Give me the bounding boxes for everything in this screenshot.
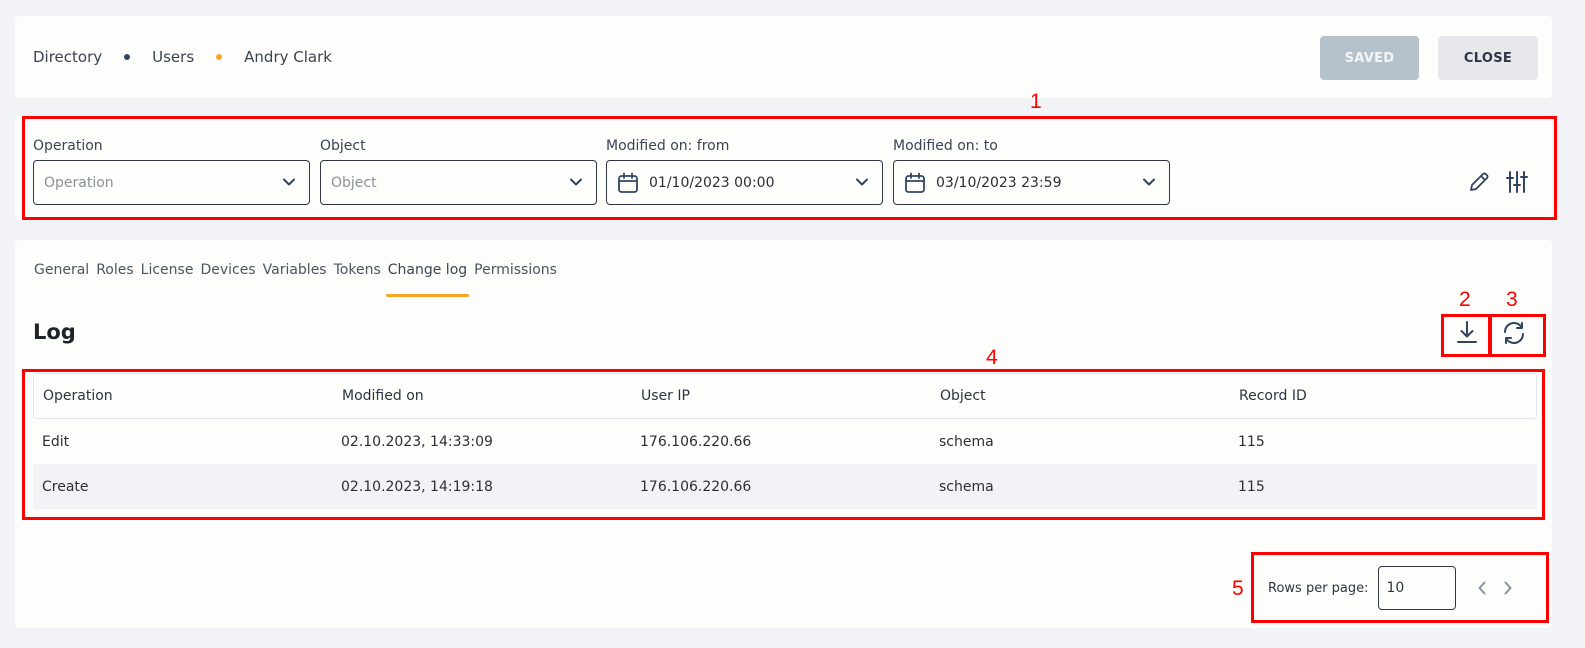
breadcrumb-separator-dot	[124, 54, 131, 60]
annotation-number-1: 1	[1030, 90, 1042, 113]
tab-change-log[interactable]: Change log	[385, 262, 470, 297]
annotation-number-3: 3	[1506, 288, 1518, 311]
annotation-box-3	[1489, 314, 1546, 357]
tab-general[interactable]: General	[34, 262, 89, 288]
log-title: Log	[33, 320, 76, 344]
annotation-box-1	[22, 116, 1557, 220]
breadcrumb-current: Andry Clark	[244, 48, 332, 66]
breadcrumb: Directory Users Andry Clark	[33, 48, 332, 66]
tab-tokens[interactable]: Tokens	[334, 262, 381, 288]
header-card: Directory Users Andry Clark SAVED CLOSE	[15, 16, 1552, 98]
annotation-box-4	[22, 369, 1545, 520]
tab-roles[interactable]: Roles	[96, 262, 133, 288]
tab-permissions[interactable]: Permissions	[474, 262, 557, 288]
annotation-number-2: 2	[1459, 288, 1471, 311]
breadcrumb-users[interactable]: Users	[152, 48, 194, 66]
annotation-box-2	[1441, 314, 1491, 357]
annotation-number-4: 4	[986, 346, 998, 369]
tab-variables[interactable]: Variables	[263, 262, 327, 288]
annotation-number-5: 5	[1232, 577, 1244, 600]
tab-license[interactable]: License	[141, 262, 194, 288]
saved-button[interactable]: SAVED	[1320, 36, 1419, 80]
tab-devices[interactable]: Devices	[200, 262, 255, 288]
close-button[interactable]: CLOSE	[1438, 36, 1538, 80]
breadcrumb-directory[interactable]: Directory	[33, 48, 102, 66]
breadcrumb-separator-dot	[216, 54, 223, 60]
annotation-box-5	[1251, 552, 1549, 623]
tab-bar: General Roles License Devices Variables …	[34, 262, 564, 297]
